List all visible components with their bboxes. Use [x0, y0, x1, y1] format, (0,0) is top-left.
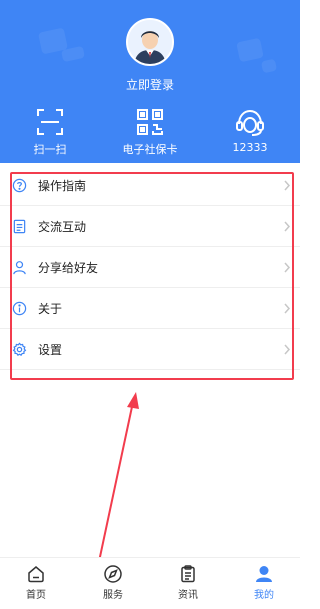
tab-home[interactable]: 首页 — [11, 564, 61, 601]
tab-services[interactable]: 服务 — [88, 564, 138, 601]
social-security-card-button[interactable]: 电子社保卡 — [105, 105, 195, 157]
login-link[interactable]: 立即登录 — [0, 76, 300, 93]
menu-item-label: 设置 — [38, 343, 63, 357]
chevron-right-icon — [282, 301, 292, 316]
person-icon — [12, 260, 27, 275]
tab-mine[interactable]: 我的 — [239, 564, 289, 601]
qr-code-icon — [133, 105, 167, 139]
chevron-right-icon — [282, 260, 292, 275]
menu-item-guide[interactable]: 操作指南 — [0, 165, 300, 206]
hotline-label: 12333 — [232, 141, 268, 154]
menu-item-share[interactable]: 分享给好友 — [0, 247, 300, 288]
decor-shape — [236, 37, 264, 63]
question-circle-icon — [12, 178, 27, 193]
hotline-button[interactable]: 12333 — [205, 105, 295, 154]
avatar[interactable] — [126, 18, 174, 66]
info-circle-icon — [12, 301, 27, 316]
tab-label: 首页 — [26, 590, 46, 601]
headset-icon — [233, 105, 267, 139]
bottom-tab-bar: 首页 服务 资讯 我的 — [0, 557, 300, 609]
tab-label: 资讯 — [178, 590, 198, 601]
menu-item-label: 操作指南 — [38, 179, 87, 193]
decor-shape — [260, 58, 278, 74]
scan-button[interactable]: 扫一扫 — [5, 105, 95, 157]
chevron-right-icon — [282, 178, 292, 193]
menu-item-interaction[interactable]: 交流互动 — [0, 206, 300, 247]
compass-icon — [103, 564, 123, 584]
gear-icon — [12, 342, 27, 357]
chevron-right-icon — [282, 219, 292, 234]
profile-icon — [254, 564, 274, 584]
scan-icon — [33, 105, 67, 139]
menu-item-settings[interactable]: 设置 — [0, 329, 300, 370]
document-icon — [12, 219, 27, 234]
menu-item-label: 分享给好友 — [38, 261, 99, 275]
social-security-card-label: 电子社保卡 — [122, 143, 178, 156]
settings-menu: 操作指南 交流互动 分享给好友 关于 设置 — [0, 165, 300, 370]
profile-header: 立即登录 扫一扫 电子社保卡 12333 — [0, 0, 300, 163]
clipboard-icon — [178, 564, 198, 584]
chevron-right-icon — [282, 342, 292, 357]
menu-item-label: 交流互动 — [38, 220, 87, 234]
scan-label: 扫一扫 — [33, 143, 67, 156]
home-icon — [26, 564, 46, 584]
menu-item-about[interactable]: 关于 — [0, 288, 300, 329]
menu-item-label: 关于 — [38, 302, 63, 316]
tab-label: 服务 — [103, 590, 123, 601]
tab-label: 我的 — [254, 590, 274, 601]
tab-news[interactable]: 资讯 — [163, 564, 213, 601]
